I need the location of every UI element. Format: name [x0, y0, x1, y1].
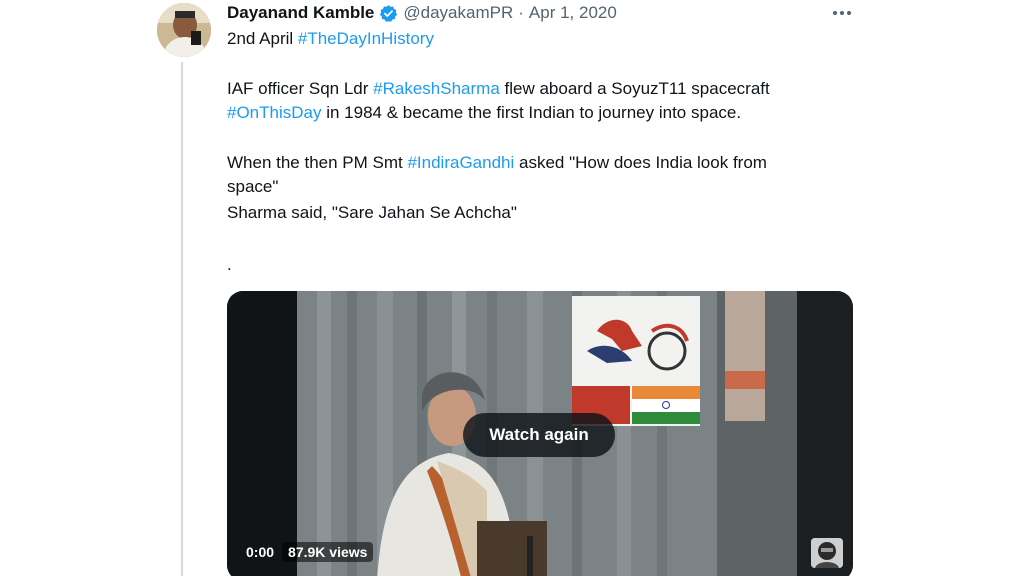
- video-creator-avatar[interactable]: [811, 538, 843, 568]
- more-options-icon[interactable]: [830, 2, 854, 24]
- tweet-text-line-4: When the then PM Smt #IndiraGandhi asked…: [227, 151, 767, 175]
- thread-line: [181, 62, 183, 576]
- hashtag-thedayinhistory[interactable]: #TheDayInHistory: [298, 29, 434, 48]
- author-handle[interactable]: @dayakamPR: [403, 3, 513, 23]
- watch-again-button[interactable]: Watch again: [463, 413, 615, 457]
- header-separator: ·: [518, 3, 524, 22]
- avatar-photo: [157, 3, 211, 57]
- tweet-text-segment: in 1984 & became the first Indian to jou…: [321, 103, 742, 122]
- tweet-text-segment: IAF officer Sqn Ldr: [227, 79, 374, 98]
- author-avatar[interactable]: [157, 3, 211, 57]
- creator-avatar-icon: [811, 538, 843, 568]
- video-views: 87.9K views: [282, 542, 374, 562]
- verified-badge-icon: [379, 4, 398, 23]
- tweet-text-segment: 2nd April: [227, 29, 298, 48]
- tweet-text-line-5: space": [227, 177, 279, 196]
- tweet-header: Dayanand Kamble @dayakamPR · Apr 1, 2020: [227, 1, 617, 25]
- hashtag-onthisday[interactable]: #OnThisDay: [227, 103, 321, 122]
- tweet-text-line-2: IAF officer Sqn Ldr #RakeshSharma flew a…: [227, 77, 770, 101]
- tweet-text-segment: asked "How does India look from: [514, 153, 767, 172]
- author-name[interactable]: Dayanand Kamble: [227, 3, 374, 23]
- tweet-text-segment: When the then PM Smt: [227, 153, 408, 172]
- tweet-text-line-3: #OnThisDay in 1984 & became the first In…: [227, 101, 741, 125]
- hashtag-indiragandhi[interactable]: #IndiraGandhi: [407, 153, 514, 172]
- hashtag-rakeshsharma[interactable]: #RakeshSharma: [373, 79, 500, 98]
- tweet-container: Dayanand Kamble @dayakamPR · Apr 1, 2020…: [0, 0, 1024, 576]
- tweet-text-line-7: .: [227, 255, 232, 274]
- tweet-text-line-6: Sharma said, "Sare Jahan Se Achcha": [227, 203, 517, 222]
- tweet-date[interactable]: Apr 1, 2020: [529, 3, 617, 23]
- video-stats: 0:00 87.9K views: [240, 540, 374, 564]
- video-time: 0:00: [246, 544, 275, 560]
- tweet-text-line-1: 2nd April #TheDayInHistory: [227, 27, 434, 51]
- tweet-text-segment: flew aboard a SoyuzT11 spacecraft: [499, 79, 770, 98]
